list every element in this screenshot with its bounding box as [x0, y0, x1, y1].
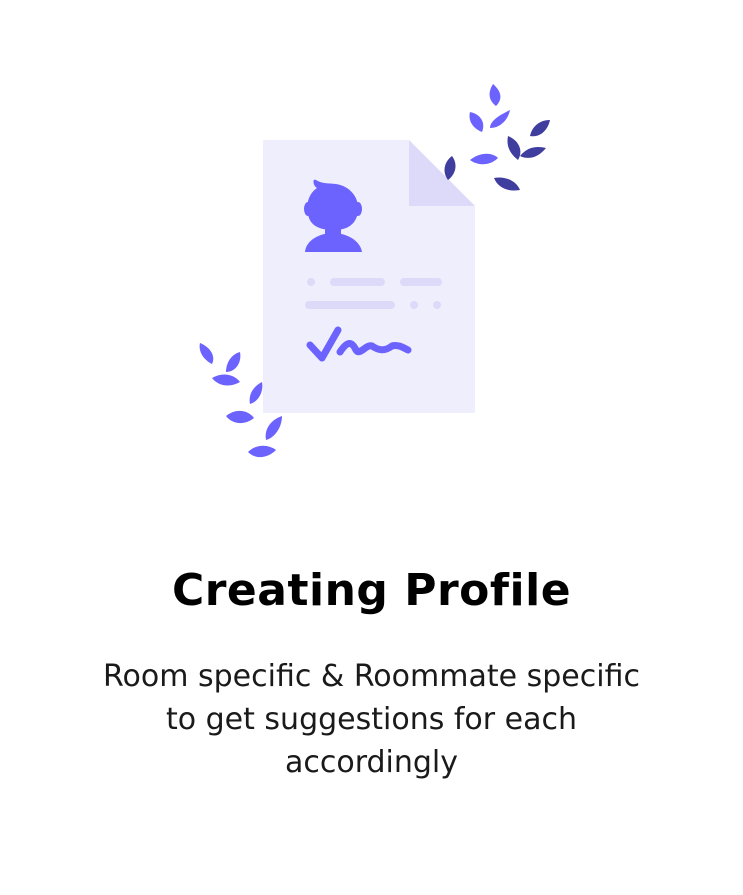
profile-document-illustration	[199, 84, 550, 458]
card-title: Creating Profile	[171, 565, 572, 616]
document-icon	[263, 140, 475, 413]
card-description: Room specific & Roommate specific to get…	[103, 659, 640, 780]
leaf-drops-top-right-icon	[444, 84, 550, 191]
